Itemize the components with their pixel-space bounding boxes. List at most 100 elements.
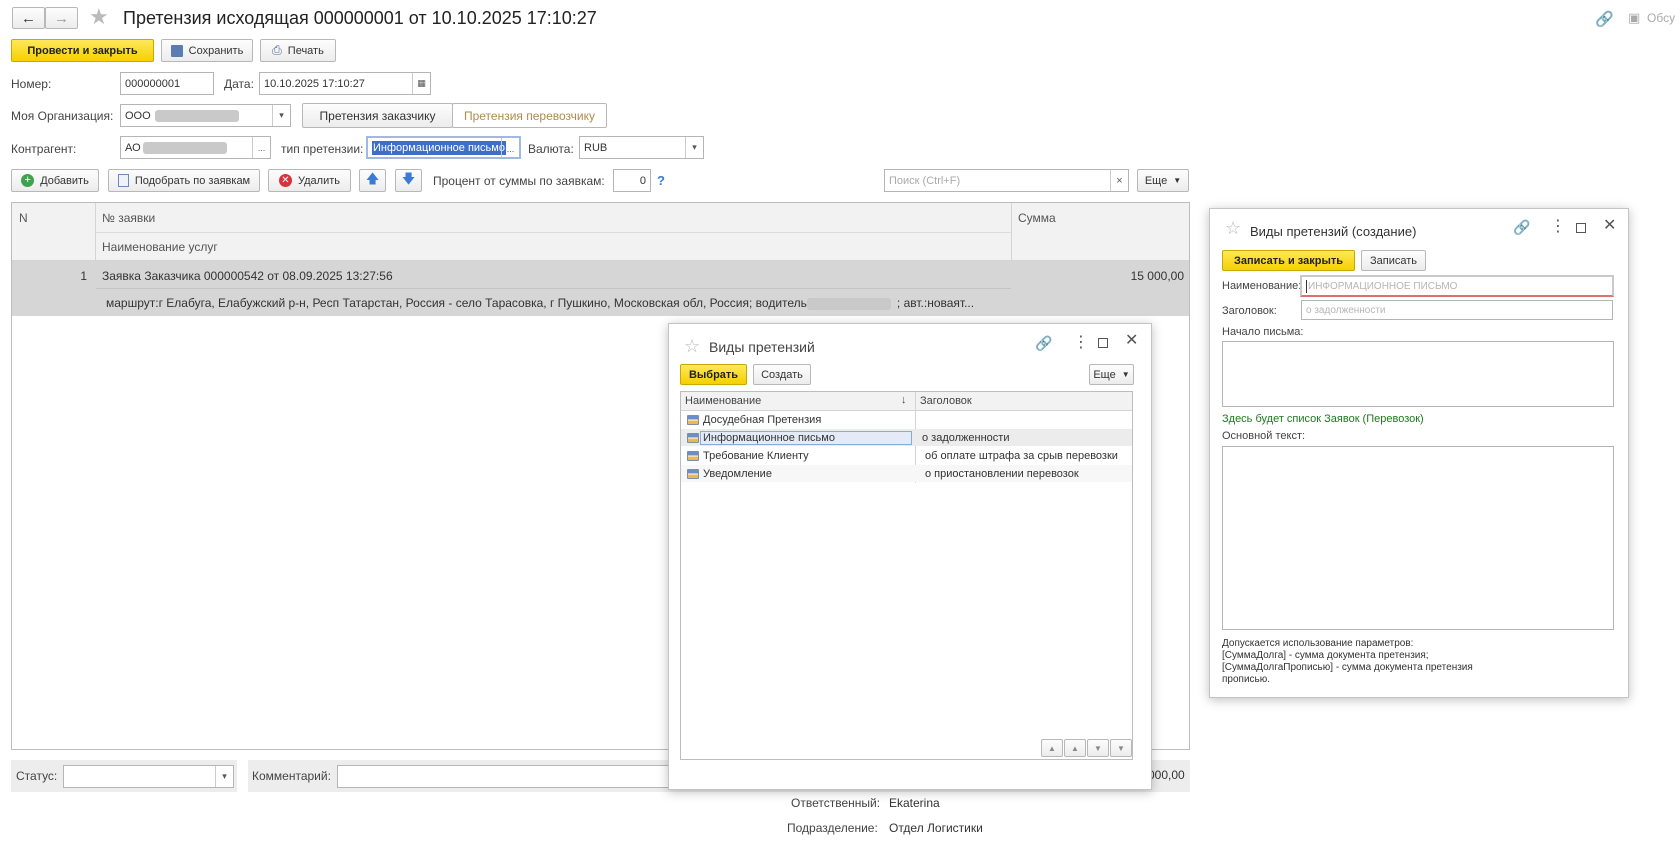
scroll-first-button[interactable]: ▲ xyxy=(1041,739,1063,757)
chevron-down-icon: ▼ xyxy=(1173,176,1182,185)
org-input[interactable]: ООО ▾ xyxy=(120,104,291,127)
dialog-title: Виды претензий xyxy=(709,339,815,355)
tab-customer-claim[interactable]: Претензия заказчику xyxy=(302,103,453,128)
currency-label: Валюта: xyxy=(528,142,574,156)
contractor-input[interactable]: АО ... xyxy=(120,136,271,159)
comment-label: Комментарий: xyxy=(252,769,331,783)
discussions-icon[interactable]: ▣ xyxy=(1628,10,1640,26)
more-button[interactable]: Еще ▼ xyxy=(1089,364,1134,385)
list-item[interactable]: Требование Клиенту об оплате штрафа за с… xyxy=(681,447,1132,464)
close-icon[interactable]: ✕ xyxy=(1603,218,1616,234)
maximize-icon[interactable] xyxy=(1098,338,1108,348)
maximize-icon[interactable] xyxy=(1576,223,1586,233)
chevron-down-icon[interactable]: ▾ xyxy=(272,105,290,126)
kebab-menu-icon[interactable]: ⋮ xyxy=(1073,335,1089,351)
col-header-header[interactable]: Заголовок xyxy=(920,395,972,407)
currency-select[interactable]: RUB ▾ xyxy=(579,136,704,159)
comment-input[interactable] xyxy=(337,765,672,788)
date-input[interactable]: 10.10.2025 17:10:27 ▦ xyxy=(259,72,431,95)
create-button[interactable]: Создать xyxy=(753,364,811,385)
close-icon[interactable]: ✕ xyxy=(1125,333,1138,349)
name-input[interactable]: ИНФОРМАЦИОННОЕ ПИСЬМО xyxy=(1300,275,1614,297)
responsible-value[interactable]: Ekaterina xyxy=(889,796,940,810)
add-button[interactable]: + Добавить xyxy=(11,169,99,192)
redacted-org-name xyxy=(154,109,239,122)
status-select[interactable]: ▾ xyxy=(63,765,234,788)
org-label: Моя Организация: xyxy=(11,109,114,123)
link-icon[interactable]: 🔗 xyxy=(1513,220,1530,234)
col-header-sum[interactable]: Сумма xyxy=(1018,211,1056,225)
move-down-button[interactable]: 🡇 xyxy=(395,169,422,192)
favorite-star-icon[interactable]: ☆ xyxy=(684,337,700,355)
col-header-name[interactable]: Наименование xyxy=(685,395,761,407)
department-label: Подразделение: xyxy=(787,821,878,835)
chevron-down-icon[interactable]: ▾ xyxy=(215,766,233,787)
row-n: 1 xyxy=(80,269,87,283)
department-value[interactable]: Отдел Логистики xyxy=(889,821,983,835)
calendar-icon[interactable]: ▦ xyxy=(412,73,430,94)
delete-circle-icon: ✕ xyxy=(279,174,292,187)
col-header-order[interactable]: № заявки xyxy=(102,211,155,225)
catalog-item-icon xyxy=(687,432,699,443)
name-label: Наименование: xyxy=(1222,280,1302,292)
params-note-2: [СуммаДолга] - сумма документа претензия… xyxy=(1222,650,1429,661)
list-item[interactable]: Уведомление о приостановлении перевозок xyxy=(681,465,1132,482)
col-header-n[interactable]: N xyxy=(19,211,28,225)
link-icon[interactable]: 🔗 xyxy=(1035,336,1052,350)
print-label: Печать xyxy=(287,44,324,57)
percent-input[interactable]: 0 xyxy=(613,169,651,192)
link-icon[interactable]: 🔗 xyxy=(1595,10,1614,28)
select-button[interactable]: Выбрать xyxy=(680,364,747,385)
date-label: Дата: xyxy=(224,77,254,91)
post-and-close-button[interactable]: Провести и закрыть xyxy=(11,39,154,62)
delete-button[interactable]: ✕ Удалить xyxy=(268,169,351,192)
chevron-down-icon[interactable]: ▾ xyxy=(685,137,703,158)
header-label: Заголовок: xyxy=(1222,305,1277,317)
currency-value: RUB xyxy=(584,141,608,154)
save-button[interactable]: Записать xyxy=(1361,250,1426,271)
forward-button[interactable]: → xyxy=(45,7,78,29)
scroll-down-button[interactable]: ▼ xyxy=(1087,739,1109,757)
select-ellipsis-icon[interactable]: ... xyxy=(501,138,519,157)
select-ellipsis-icon[interactable]: ... xyxy=(252,137,270,158)
plus-circle-icon: + xyxy=(21,174,35,187)
contractor-value: АО xyxy=(125,141,141,154)
favorite-star-icon[interactable]: ☆ xyxy=(1225,219,1241,237)
number-input[interactable]: 000000001 xyxy=(120,72,214,95)
name-placeholder: ИНФОРМАЦИОННОЕ ПИСЬМО xyxy=(1308,280,1458,292)
search-input[interactable]: Поиск (Ctrl+F) × xyxy=(884,169,1129,192)
add-label: Добавить xyxy=(40,174,89,187)
print-button[interactable]: ⎙ Печать xyxy=(260,39,336,62)
page-title: Претензия исходящая 000000001 от 10.10.2… xyxy=(123,8,597,28)
pick-by-orders-button[interactable]: Подобрать по заявкам xyxy=(108,169,260,192)
discussions-label[interactable]: Обсу xyxy=(1647,11,1675,25)
status-label: Статус: xyxy=(16,769,58,783)
back-button[interactable]: ← xyxy=(12,7,45,29)
clear-icon[interactable]: × xyxy=(1110,170,1128,191)
list-item[interactable]: Информационное письмо о задолженности xyxy=(681,429,1132,446)
table-row[interactable]: 1 Заявка Заказчика 000000542 от 08.09.20… xyxy=(12,261,1189,316)
help-link[interactable]: ? xyxy=(657,173,665,188)
claim-type-input[interactable]: Информационное письмо ... xyxy=(366,136,521,159)
save-and-close-button[interactable]: Записать и закрыть xyxy=(1222,250,1355,271)
claim-types-grid: Наименование ↓ Заголовок Досудебная Прет… xyxy=(680,391,1133,760)
start-textarea[interactable] xyxy=(1222,341,1614,407)
params-note-3: [СуммаДолгаПрописью] - сумма документа п… xyxy=(1222,662,1473,673)
save-button[interactable]: Сохранить xyxy=(161,39,253,62)
caret xyxy=(1306,279,1307,293)
list-item[interactable]: Досудебная Претензия xyxy=(681,411,1132,428)
floppy-icon xyxy=(170,44,183,57)
item-name: Требование Клиенту xyxy=(703,449,809,462)
chevron-down-icon: ▼ xyxy=(1121,370,1130,379)
main-textarea[interactable] xyxy=(1222,446,1614,630)
kebab-menu-icon[interactable]: ⋮ xyxy=(1550,219,1566,235)
col-header-services[interactable]: Наименование услуг xyxy=(102,240,218,254)
save-label: Сохранить xyxy=(188,44,244,57)
tab-carrier-claim[interactable]: Претензия перевозчику xyxy=(452,103,607,128)
favorite-star-icon[interactable]: ★ xyxy=(89,4,109,30)
header-input[interactable]: о задолженности xyxy=(1301,300,1613,320)
scroll-last-button[interactable]: ▼ xyxy=(1110,739,1132,757)
scroll-up-button[interactable]: ▲ xyxy=(1064,739,1086,757)
more-button[interactable]: Еще ▼ xyxy=(1137,169,1189,192)
move-up-button[interactable]: 🡅 xyxy=(359,169,386,192)
